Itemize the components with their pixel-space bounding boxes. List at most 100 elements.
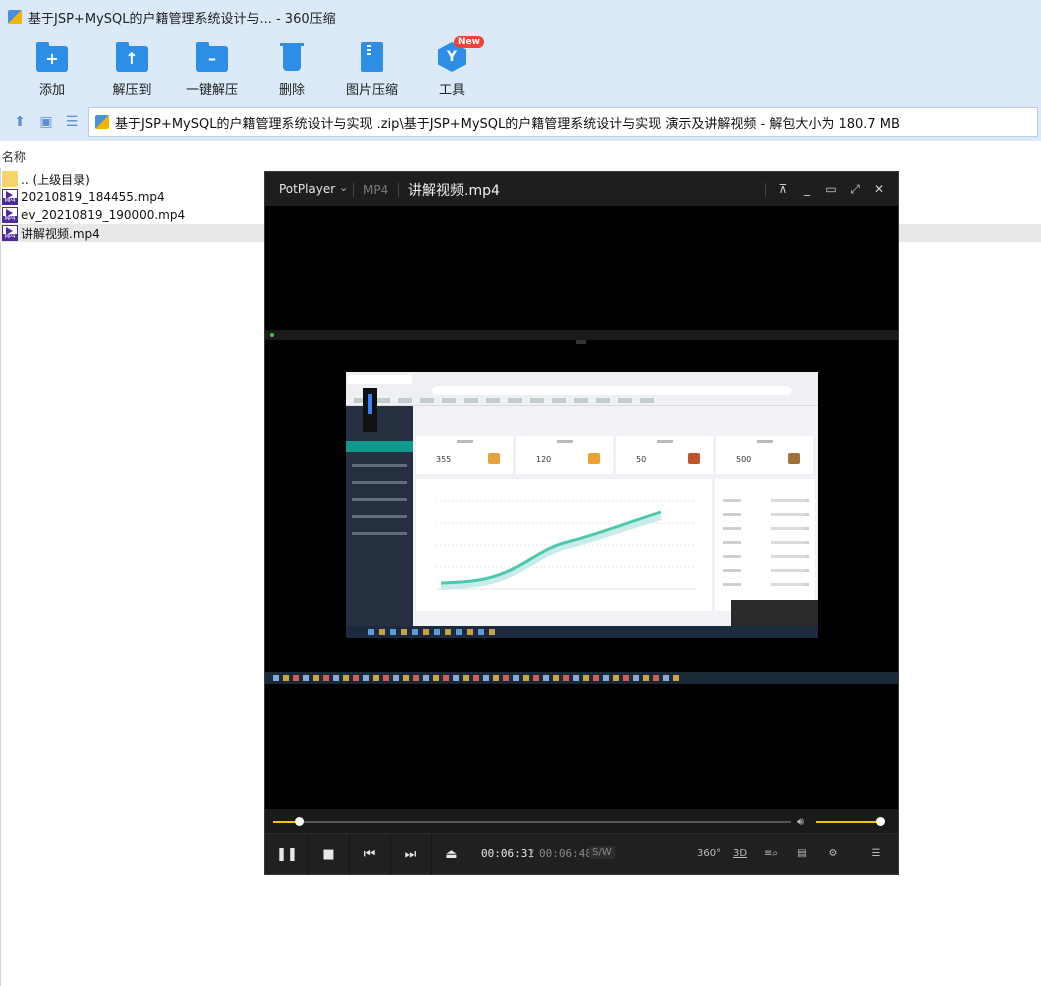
image-compress-label: 图片压缩: [345, 83, 398, 98]
seek-handle[interactable]: [294, 817, 304, 826]
subtitle-icon[interactable]: ▤: [792, 845, 812, 863]
video-handle: [576, 340, 586, 344]
player-title-bar: PotPlayer ⌄ MP4 讲解视频.mp4 ⊼ _ ▭ ⤢ ✕: [265, 172, 898, 206]
video-sidebar-active: [346, 441, 413, 452]
menu-icon[interactable]: ☰: [866, 845, 886, 863]
video-stat-value: 355: [436, 455, 452, 464]
format-label: MP4: [363, 183, 389, 197]
previous-button[interactable]: ⏮︎: [349, 834, 389, 875]
file-name: ev_20210819_190000.mp4: [21, 208, 186, 222]
one-click-extract-label: 一键解压: [185, 83, 238, 98]
seek-bar[interactable]: [273, 817, 791, 826]
tools-label: 工具: [438, 83, 465, 98]
video-sidebar-item: [352, 498, 407, 501]
one-click-extract-icon: –: [196, 42, 228, 72]
delete-button[interactable]: 删除: [252, 38, 332, 100]
window-title: 基于JSP+MySQL的户籍管理系统设计与... - 360压缩: [28, 11, 336, 27]
video-browser-tab: [348, 375, 412, 384]
video-chart-svg: [436, 500, 696, 590]
extract-to-icon: ↑: [116, 42, 148, 72]
video-inner-taskbar: [346, 626, 818, 638]
video-stat-card: 50: [616, 436, 713, 474]
total-time: 00:06:48: [539, 847, 592, 860]
eject-button[interactable]: ⏏︎: [431, 834, 471, 875]
video-panel-row: [723, 569, 809, 572]
title-bar: 基于JSP+MySQL的户籍管理系统设计与... - 360压缩: [0, 0, 1041, 34]
video-panel-row: [723, 555, 809, 558]
tools-icon: Y New: [436, 36, 484, 72]
up-arrow-icon[interactable]: ⬆: [12, 114, 28, 130]
gear-icon[interactable]: ⚙: [823, 845, 843, 863]
video-side-panel: [715, 479, 815, 611]
video-panel-row: [723, 499, 809, 502]
player-controls: 🔊︎ ❚❚ ■ ⏮︎ ⏭︎ ⏏︎ 00:06:31 / 00:06:48 S/W…: [265, 809, 898, 875]
list-view-icon[interactable]: ☰: [64, 114, 80, 130]
extract-to-button[interactable]: ↑ 解压到: [92, 38, 172, 100]
video-outer-taskbar: [265, 672, 898, 684]
360-video-button[interactable]: 360°: [697, 845, 721, 863]
video-dashboard: 355 120 50 500: [413, 406, 818, 626]
tools-button[interactable]: Y New 工具: [412, 36, 492, 100]
file-name: .. (上级目录): [21, 172, 90, 187]
column-name-header[interactable]: 名称: [2, 148, 26, 165]
video-sidebar: [346, 406, 413, 626]
video-stat-value: 50: [636, 455, 647, 464]
new-badge: New: [454, 36, 484, 48]
image-compress-icon: [356, 42, 388, 72]
image-compress-button[interactable]: 图片压缩: [332, 38, 412, 100]
volume-icon[interactable]: 🔊︎: [797, 815, 804, 829]
potplayer-window: PotPlayer ⌄ MP4 讲解视频.mp4 ⊼ _ ▭ ⤢ ✕ 355 1…: [264, 171, 899, 875]
video-stat-value: 120: [536, 455, 552, 464]
video-area[interactable]: 355 120 50 500: [265, 206, 898, 809]
pane-divider: [0, 140, 1, 986]
fullscreen-icon[interactable]: ⤢: [846, 180, 864, 198]
chevron-down-icon[interactable]: ⌄: [339, 181, 348, 194]
3d-button[interactable]: 3D: [730, 845, 750, 863]
add-label: 添加: [38, 83, 65, 98]
minimize-icon[interactable]: _: [798, 180, 816, 198]
player-file-name: 讲解视频.mp4: [408, 183, 500, 199]
stat-icon: [588, 453, 600, 464]
volume-handle[interactable]: [876, 817, 885, 826]
thumbnail-view-icon[interactable]: ▣: [38, 114, 54, 130]
maximize-icon[interactable]: ▭: [822, 180, 840, 198]
app-logo-icon: [8, 10, 22, 24]
video-sidebar-item: [352, 464, 407, 467]
stat-icon: [688, 453, 700, 464]
add-button[interactable]: + 添加: [12, 38, 92, 100]
address-bar[interactable]: 基于JSP+MySQL的户籍管理系统设计与实现 .zip\基于JSP+MySQL…: [88, 107, 1038, 137]
current-time: 00:06:31: [481, 847, 534, 860]
video-notification-popup: [731, 600, 818, 626]
video-panel-row: [723, 513, 809, 516]
folder-icon: [2, 171, 18, 187]
zip-file-icon: [95, 115, 109, 129]
pin-icon[interactable]: ⊼: [774, 180, 792, 198]
stat-icon: [488, 453, 500, 464]
separator: [765, 183, 766, 197]
sw-decoder-badge[interactable]: S/W: [589, 846, 615, 859]
close-icon[interactable]: ✕: [870, 180, 888, 198]
stop-button[interactable]: ■: [308, 834, 348, 875]
player-menu-button[interactable]: PotPlayer: [279, 182, 335, 196]
delete-icon: [276, 42, 308, 72]
mp4-file-icon: [2, 225, 18, 241]
one-click-extract-button[interactable]: – 一键解压: [172, 38, 252, 100]
next-button[interactable]: ⏭︎: [390, 834, 430, 875]
video-panel-row: [723, 541, 809, 544]
pause-button[interactable]: ❚❚: [267, 834, 307, 875]
stat-icon: [788, 453, 800, 464]
video-panel-row: [723, 583, 809, 586]
add-folder-icon: +: [36, 42, 68, 72]
toolbar: + 添加 ↑ 解压到 – 一键解压 删除 图片压缩 Y New 工具: [0, 34, 1041, 104]
separator: [398, 183, 399, 197]
volume-slider[interactable]: [816, 817, 885, 826]
video-bookmarks: [354, 398, 654, 403]
video-stat-card: 120: [516, 436, 613, 474]
control-buttons: ❚❚ ■ ⏮︎ ⏭︎ ⏏︎ 00:06:31 / 00:06:48 S/W 36…: [265, 833, 898, 875]
chart-area-shadow: [440, 514, 662, 590]
video-sidebar-item: [352, 532, 407, 535]
mp4-file-icon: [2, 207, 18, 223]
playlist-search-icon[interactable]: ≡⌕: [761, 845, 781, 863]
video-url-bar: [432, 386, 792, 395]
video-stat-value: 500: [736, 455, 752, 464]
